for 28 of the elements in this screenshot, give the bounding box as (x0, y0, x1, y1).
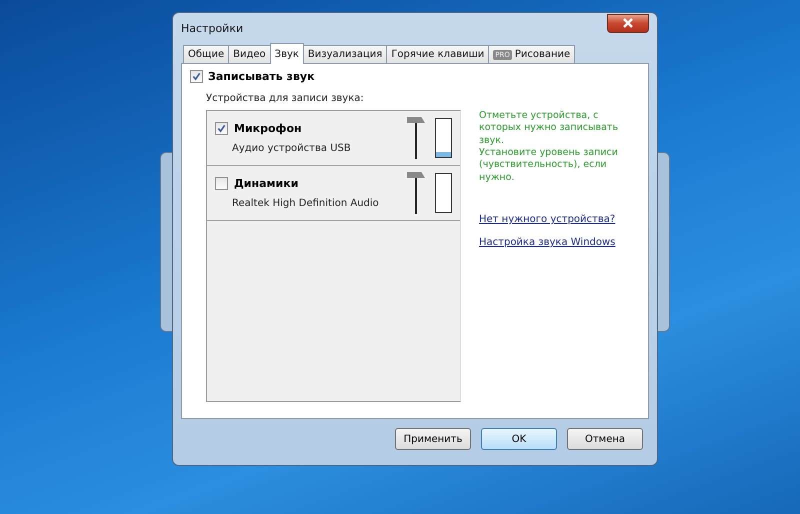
window-title: Настройки (181, 22, 244, 34)
dialog-button[interactable]: Отмена (567, 428, 643, 450)
volume-slider[interactable] (407, 117, 425, 159)
hint-text: Отметьте устройства, с которых нужно записывать звук. Установите уровень записи (чувствительность), если нужно. (479, 110, 620, 184)
link[interactable]: Нет нужного устройства? (479, 214, 639, 226)
device-name: Динамики (234, 177, 298, 190)
tab[interactable]: Видео (228, 45, 271, 63)
dialog-button[interactable]: Применить (395, 428, 471, 450)
device-description: Realtek High Definition Audio (232, 198, 380, 209)
tab[interactable]: Горячие клавиши (386, 45, 490, 63)
slider-thumb[interactable] (407, 172, 425, 178)
tab[interactable]: Визуализация (302, 45, 388, 63)
checkbox-label: Записывать звук (208, 70, 315, 83)
device-name: Микрофон (234, 122, 302, 135)
close-button[interactable] (607, 14, 649, 32)
close-icon (622, 18, 634, 28)
dialog-button[interactable]: OK (481, 428, 557, 450)
tab[interactable]: Общие (183, 45, 230, 63)
tab[interactable]: Звук (270, 43, 304, 64)
level-meter (435, 173, 452, 213)
link[interactable]: Настройка звука Windows (479, 237, 639, 248)
checkbox[interactable] (215, 122, 228, 135)
slider-thumb[interactable] (407, 117, 425, 123)
checkbox[interactable] (215, 177, 228, 190)
volume-slider[interactable] (407, 172, 425, 214)
checkbox[interactable] (190, 70, 203, 83)
devices-label: Устройства для записи звука: (206, 93, 365, 104)
device-description: Аудио устройства USB (232, 143, 352, 154)
